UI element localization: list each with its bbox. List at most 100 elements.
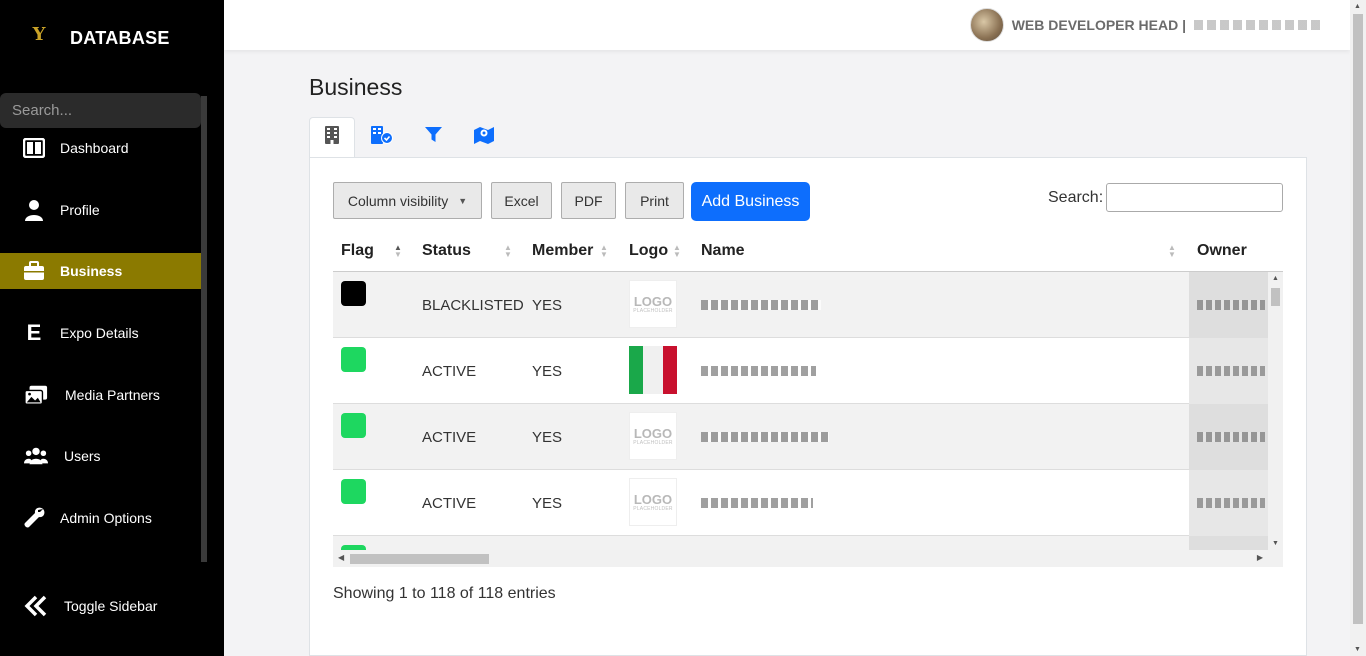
excel-button[interactable]: Excel: [491, 182, 552, 219]
page-scrollbar-thumb[interactable]: [1353, 14, 1363, 624]
owner-name-redacted: [1197, 366, 1265, 376]
sort-asc-icon: ▲ ▼: [394, 243, 402, 259]
images-icon: [24, 383, 48, 407]
sidebar-item-business[interactable]: Business: [0, 253, 201, 289]
print-button[interactable]: Print: [625, 182, 684, 219]
business-logo-image: [629, 346, 677, 394]
table-vertical-scrollbar-thumb[interactable]: [1271, 288, 1280, 306]
sidebar-item-label: Admin Options: [60, 510, 152, 526]
sidebar-item-dashboard[interactable]: Dashboard: [0, 130, 201, 166]
sidebar-item-admin-options[interactable]: Admin Options: [0, 500, 201, 536]
owner-cell: [1189, 338, 1268, 404]
toggle-sidebar-button[interactable]: Toggle Sidebar: [0, 588, 224, 624]
flag-swatch: [341, 281, 366, 306]
users-icon: [24, 444, 48, 468]
owner-cell: [1189, 404, 1268, 470]
scroll-down-arrow-icon[interactable]: ▼: [1272, 540, 1279, 547]
table-body: BLACKLISTED YES LOGO PLACEHOLDER ACTIVE …: [333, 272, 1268, 550]
business-name-redacted: [701, 498, 813, 508]
sidebar-search-input[interactable]: [0, 93, 201, 128]
status-cell: BLACKLISTED: [422, 297, 524, 314]
topbar: WEB DEVELOPER HEAD |: [224, 0, 1350, 50]
brand-logo: Y: [32, 24, 46, 45]
sidebar-item-media-partners[interactable]: Media Partners: [0, 377, 201, 413]
column-header-owner[interactable]: Owner: [1197, 242, 1247, 260]
logo-placeholder-subtext: PLACEHOLDER: [633, 307, 673, 314]
add-business-button[interactable]: Add Business: [691, 182, 810, 221]
double-chevron-left-icon: [24, 594, 48, 618]
dashboard-icon: [22, 136, 46, 160]
logo-placeholder: LOGO PLACEHOLDER: [629, 412, 677, 460]
table-row[interactable]: [333, 536, 1268, 550]
sidebar-item-label: Expo Details: [60, 325, 139, 341]
scroll-up-arrow-icon[interactable]: ▲: [1354, 3, 1361, 10]
owner-name-redacted: [1197, 498, 1265, 508]
sidebar-item-users[interactable]: Users: [0, 438, 201, 474]
member-cell: YES: [532, 429, 563, 446]
table-row[interactable]: BLACKLISTED YES LOGO PLACEHOLDER: [333, 272, 1268, 338]
wrench-icon: [22, 506, 46, 530]
owner-cell: [1189, 272, 1268, 338]
column-header-flag[interactable]: Flag: [341, 242, 374, 260]
table-row[interactable]: ACTIVE YES LOGO PLACEHOLDER: [333, 470, 1268, 536]
building-icon: [325, 126, 339, 149]
scroll-down-arrow-icon[interactable]: ▼: [1354, 646, 1361, 653]
column-header-status[interactable]: Status: [422, 242, 471, 260]
member-cell: YES: [532, 297, 563, 314]
owner-cell: [1189, 536, 1268, 550]
user-name-redacted: [1194, 20, 1324, 30]
table-search-label: Search:: [1048, 189, 1104, 206]
letter-e-icon: E: [26, 320, 42, 345]
column-header-member[interactable]: Member: [532, 242, 593, 260]
brand[interactable]: Y DATABASE: [0, 0, 224, 78]
table-horizontal-scrollbar-thumb[interactable]: [350, 554, 489, 564]
avatar: [969, 8, 1004, 42]
logo-placeholder-text: LOGO: [633, 293, 673, 309]
flag-swatch: [341, 479, 366, 504]
logo-placeholder-subtext: PLACEHOLDER: [633, 505, 673, 512]
flag-swatch: [341, 347, 366, 372]
pdf-button[interactable]: PDF: [561, 182, 616, 219]
building-check-icon: [371, 126, 393, 149]
table-horizontal-scrollbar[interactable]: ◀ ▶: [333, 550, 1283, 567]
status-cell: ACTIVE: [422, 363, 477, 380]
tab-business-approved[interactable]: [359, 117, 405, 158]
business-name-redacted: [701, 300, 821, 310]
user-icon: [22, 198, 46, 222]
scroll-left-arrow-icon[interactable]: ◀: [338, 553, 344, 562]
sort-icon: ▲ ▼: [1168, 243, 1176, 259]
sidebar-item-label: Profile: [60, 202, 100, 218]
user-role: WEB DEVELOPER HEAD |: [1011, 17, 1186, 33]
tab-filter[interactable]: [410, 117, 456, 158]
business-name-redacted: [701, 366, 816, 376]
table-search-input[interactable]: [1106, 183, 1283, 212]
sidebar-scrollbar[interactable]: [201, 96, 207, 562]
column-visibility-button[interactable]: Column visibility ▼: [333, 182, 482, 219]
member-cell: YES: [532, 363, 563, 380]
sidebar-item-label: Media Partners: [65, 387, 160, 403]
logo-placeholder-text: LOGO: [633, 491, 673, 507]
column-header-name[interactable]: Name: [701, 242, 745, 260]
sort-icon: ▲ ▼: [673, 243, 681, 259]
sidebar-item-expo-details[interactable]: E Expo Details: [0, 315, 201, 351]
scroll-up-arrow-icon[interactable]: ▲: [1272, 275, 1279, 282]
owner-name-redacted: [1197, 300, 1265, 310]
logo-placeholder: LOGO PLACEHOLDER: [629, 280, 677, 328]
sidebar-item-label: Users: [64, 448, 101, 464]
tab-business-list[interactable]: [309, 117, 355, 158]
column-header-logo[interactable]: Logo: [629, 242, 668, 260]
table-row[interactable]: ACTIVE YES: [333, 338, 1268, 404]
table-vertical-scrollbar[interactable]: ▲ ▼: [1268, 272, 1283, 550]
page-scrollbar[interactable]: ▲ ▼: [1350, 0, 1366, 656]
table-row[interactable]: ACTIVE YES LOGO PLACEHOLDER: [333, 404, 1268, 470]
sidebar: Y DATABASE Dashboard Profile Business E …: [0, 0, 224, 656]
owner-name-redacted: [1197, 432, 1265, 442]
status-cell: ACTIVE: [422, 495, 477, 512]
user-menu[interactable]: WEB DEVELOPER HEAD |: [969, 8, 1324, 42]
column-visibility-label: Column visibility: [347, 192, 449, 209]
sidebar-item-profile[interactable]: Profile: [0, 192, 201, 228]
tab-map[interactable]: [461, 117, 507, 158]
scroll-right-arrow-icon[interactable]: ▶: [1257, 553, 1263, 562]
logo-placeholder: LOGO PLACEHOLDER: [629, 478, 677, 526]
flag-swatch: [341, 413, 366, 438]
